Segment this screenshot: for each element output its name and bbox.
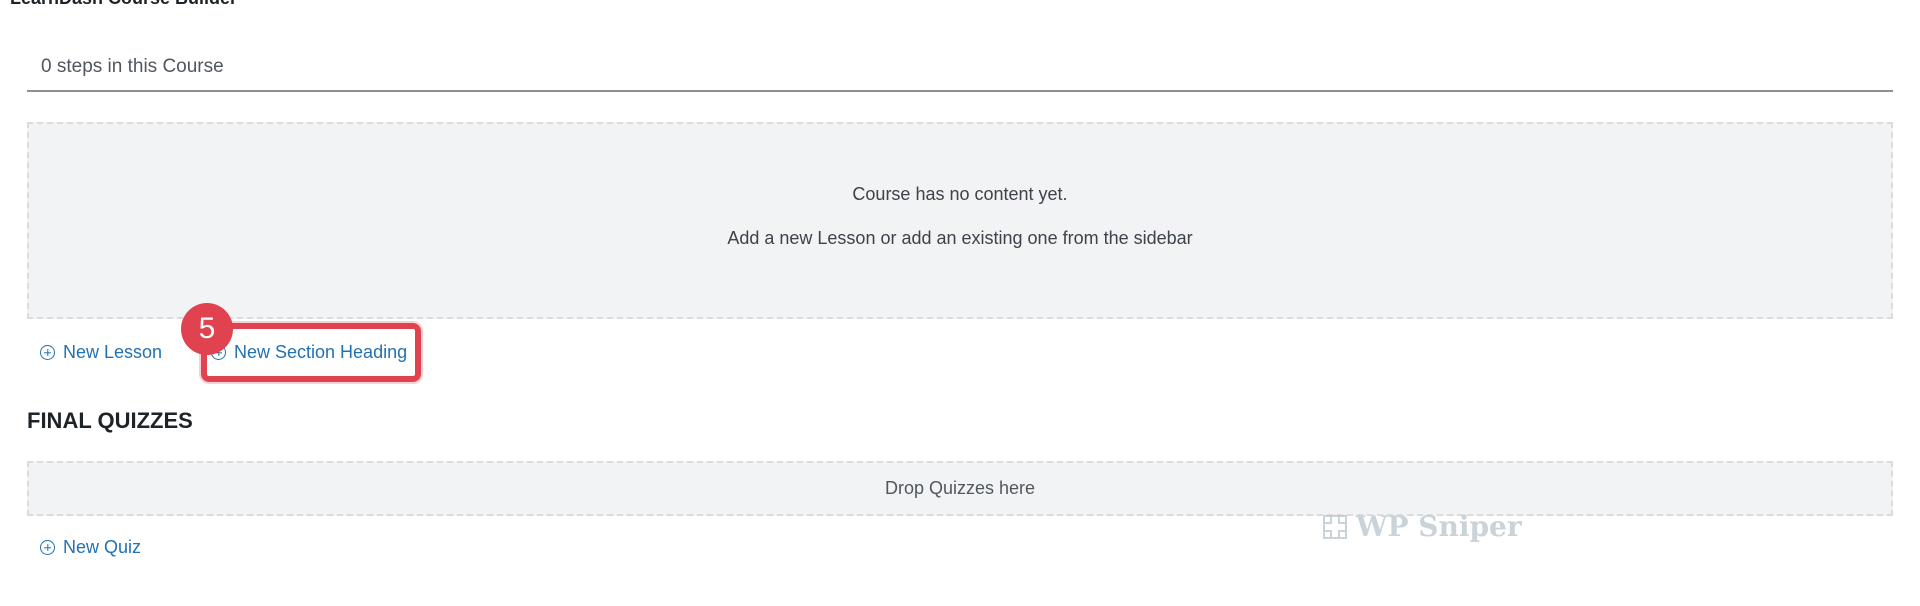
watermark-text: WP Sniper bbox=[1356, 510, 1522, 543]
final-quizzes-heading: FINAL QUIZZES bbox=[27, 408, 193, 433]
step-number-badge: 5 bbox=[181, 303, 233, 355]
steps-header: 0 steps in this Course bbox=[27, 48, 1893, 92]
empty-message: Course has no content yet. bbox=[852, 184, 1068, 204]
quizzes-dropzone[interactable]: Drop Quizzes here bbox=[27, 461, 1893, 516]
lessons-dropzone[interactable]: Course has no content yet. Add a new Les… bbox=[27, 122, 1893, 319]
quizzes-dropzone-label: Drop Quizzes here bbox=[884, 478, 1036, 498]
callout-highlight-box bbox=[201, 323, 421, 382]
new-quiz-label: New Quiz bbox=[63, 537, 142, 557]
new-lesson-button[interactable]: New Lesson bbox=[40, 342, 162, 363]
new-lesson-label: New Lesson bbox=[63, 342, 163, 362]
plus-circle-icon bbox=[40, 345, 55, 360]
steps-count: 0 steps in this Course bbox=[41, 56, 224, 77]
new-quiz-button[interactable]: New Quiz bbox=[40, 537, 141, 558]
crosshair-logo-icon bbox=[1323, 514, 1347, 539]
empty-hint: Add a new Lesson or add an existing one … bbox=[727, 228, 1193, 248]
plus-circle-icon bbox=[40, 540, 55, 555]
course-builder-title: LearnDash Course Builder bbox=[10, 0, 237, 9]
watermark: WP Sniper bbox=[1322, 510, 1522, 543]
